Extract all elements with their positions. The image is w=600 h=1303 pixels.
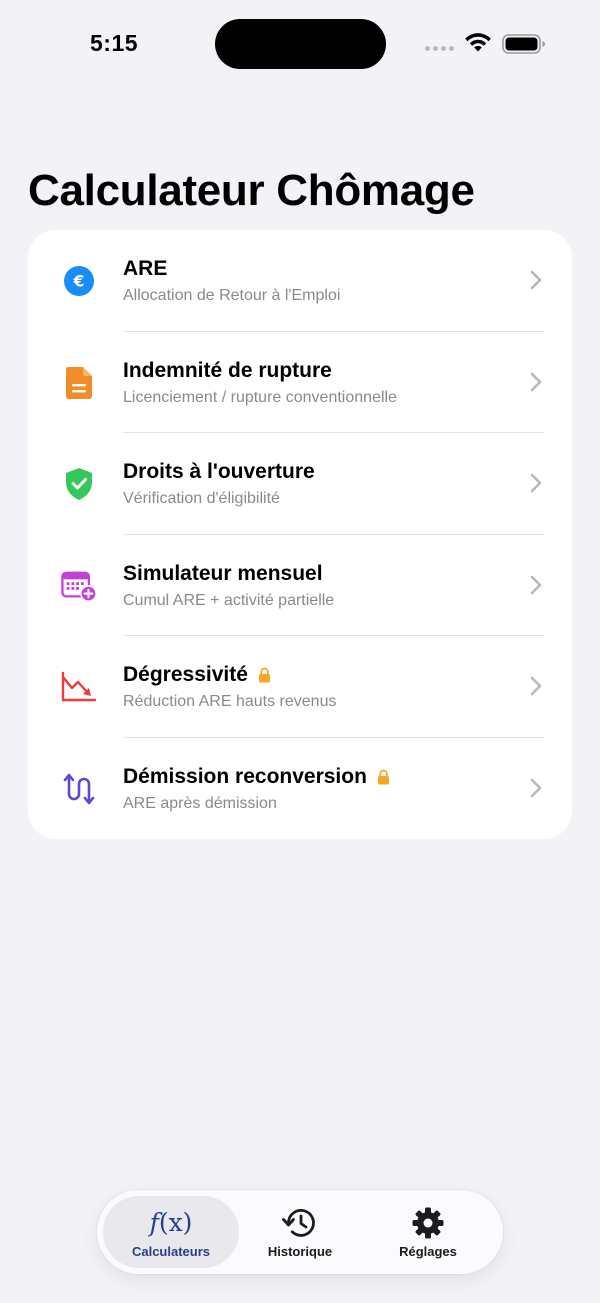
tab-calculateurs[interactable]: f(x) Calculateurs	[103, 1196, 239, 1268]
list-item-degressivite[interactable]: Dégressivité Réduction ARE hauts revenus	[28, 636, 572, 738]
euro-icon: €	[61, 263, 97, 299]
list-item-indemnite-rupture[interactable]: Indemnité de rupture Licenciement / rupt…	[28, 332, 572, 433]
calendar-add-icon	[61, 568, 97, 604]
chevron-right-icon	[530, 473, 542, 493]
cellular-signal-icon	[425, 46, 454, 51]
shield-check-icon	[61, 466, 97, 502]
row-title: Droits à l'ouverture	[123, 460, 315, 483]
gear-icon	[411, 1206, 445, 1240]
svg-text:€: €	[72, 272, 84, 291]
list-item-simulateur-mensuel[interactable]: Simulateur mensuel Cumul ARE + activité …	[28, 535, 572, 636]
tab-label: Historique	[267, 1243, 333, 1259]
chart-down-icon	[61, 669, 97, 705]
row-subtitle: Réduction ARE hauts revenus	[123, 693, 337, 710]
row-title: ARE	[123, 257, 168, 280]
arrows-swap-icon	[61, 771, 97, 807]
row-title: Dégressivité	[123, 663, 248, 686]
app-screen: 5:15 Calculateur Chômage € ARE Allocatio…	[0, 0, 600, 1303]
dynamic-island	[215, 19, 386, 69]
tab-label: Calculateurs	[131, 1243, 211, 1259]
wifi-icon	[465, 33, 491, 52]
row-subtitle: Licenciement / rupture conventionnelle	[123, 388, 397, 406]
lock-icon	[258, 667, 270, 683]
page-title: Calculateur Chômage	[28, 166, 475, 215]
tab-bar: f(x) Calculateurs Historique Réglages	[97, 1190, 503, 1274]
tab-label: Réglages	[399, 1243, 457, 1259]
row-title: Indemnité de rupture	[123, 358, 332, 382]
status-time: 5:15	[90, 30, 139, 56]
document-icon	[61, 365, 97, 401]
row-title: Démission reconversion	[123, 764, 367, 788]
row-title: Simulateur mensuel	[123, 561, 323, 585]
row-subtitle: Cumul ARE + activité partielle	[123, 591, 335, 609]
lock-icon	[377, 769, 389, 784]
history-icon	[282, 1206, 318, 1240]
calculator-list: € ARE Allocation de Retour à l'Emploi In…	[28, 230, 572, 839]
chevron-right-icon	[530, 575, 542, 594]
chevron-right-icon	[530, 778, 542, 797]
chevron-right-icon	[530, 676, 542, 696]
row-subtitle: Allocation de Retour à l'Emploi	[123, 287, 341, 304]
tab-reglages[interactable]: Réglages	[360, 1196, 496, 1268]
list-item-demission-reconversion[interactable]: Démission reconversion ARE après démissi…	[28, 738, 572, 840]
chevron-right-icon	[530, 270, 542, 290]
row-subtitle: ARE après démission	[123, 794, 277, 812]
battery-icon	[502, 34, 545, 54]
tab-historique[interactable]: Historique	[232, 1196, 368, 1268]
chevron-right-icon	[530, 372, 542, 391]
row-subtitle: Vérification d'éligibilité	[123, 490, 280, 507]
fx-icon: f(x)	[149, 1207, 193, 1237]
status-bar: 5:15	[0, 0, 600, 90]
list-item-droits-ouverture[interactable]: Droits à l'ouverture Vérification d'élig…	[28, 433, 572, 535]
list-item-are[interactable]: € ARE Allocation de Retour à l'Emploi	[28, 230, 572, 332]
